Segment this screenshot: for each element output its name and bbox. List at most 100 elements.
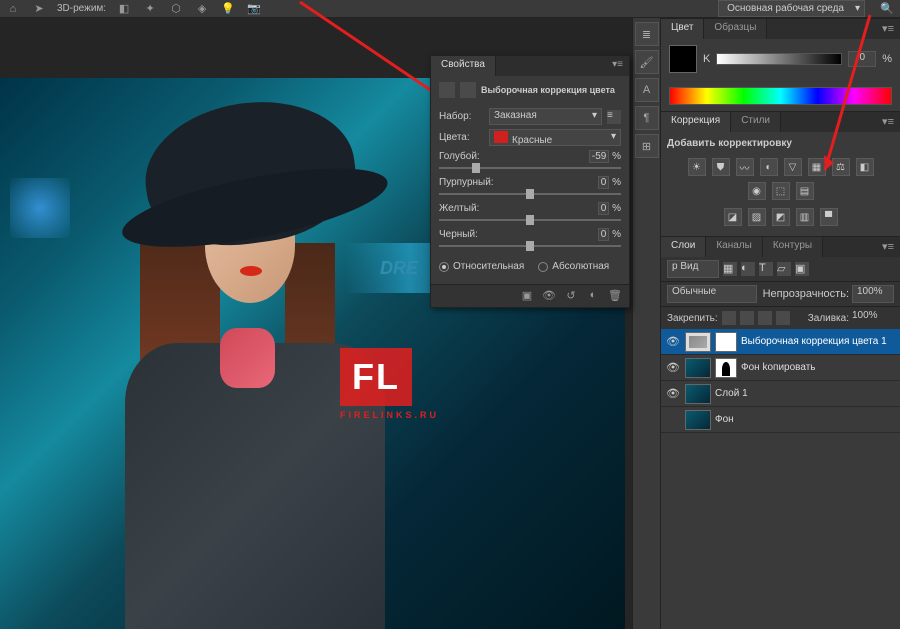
eye-icon[interactable]: 👁 [665,361,681,374]
adj-selective-icon[interactable]: ▥ [796,208,814,226]
tb-icon-4[interactable]: ◈ [194,1,210,17]
yellow-slider[interactable]: Желтый:0 % [439,203,621,221]
fill-field[interactable]: 100% [852,310,894,326]
radio-absolute[interactable]: Абсолютная [538,261,609,272]
layer-name[interactable]: Фон [715,414,734,425]
filter-shape-icon[interactable]: ▱ [777,262,791,276]
layers-menu-icon[interactable]: ▾≡ [876,237,900,257]
workspace-dropdown[interactable]: Основная рабочая среда [718,0,865,17]
preset-label: Набор: [439,111,484,122]
clip-icon[interactable]: ▣ [519,289,535,303]
properties-title: Выборочная коррекция цвета [481,85,615,95]
k-label: K [703,53,710,65]
lock-all-icon[interactable] [776,311,790,325]
add-adjustment-label: Добавить корректировку [667,138,894,154]
adj-threshold-icon[interactable]: ◩ [772,208,790,226]
tb-search-icon[interactable]: 🔍 [879,1,895,17]
adj-gradient-icon[interactable]: ▀ [820,208,838,226]
fg-bg-swatch[interactable] [669,45,697,73]
layer-row[interactable]: 👁 Выборочная коррекция цвета 1 [661,329,900,355]
adj-mixer-icon[interactable]: ⬚ [772,182,790,200]
layer-row[interactable]: 👁 Фон koпировать [661,355,900,381]
k-value[interactable]: 0 [848,51,876,67]
eye-icon[interactable]: 👁 [665,335,681,348]
cyan-slider[interactable]: Голубой:-59 % [439,151,621,169]
dock-char-icon[interactable]: A [635,78,659,102]
watermark: FL FIRELINKS.RU [340,348,440,420]
adj-hue-icon[interactable]: ▦ [808,158,826,176]
black-slider[interactable]: Черный:0 % [439,229,621,247]
adj-levels-icon[interactable]: ⛊ [712,158,730,176]
panel-menu-icon[interactable]: ▾≡ [876,19,900,39]
blend-mode-dropdown[interactable]: Обычные [667,285,757,303]
tb-icon-6[interactable]: 📷 [246,1,262,17]
tb-icon-3[interactable]: ⬡ [168,1,184,17]
lock-pixels-icon[interactable] [740,311,754,325]
view-prev-icon[interactable]: 👁 [541,289,557,303]
dock-clone-icon[interactable]: ⊞ [635,134,659,158]
layer-filter-kind[interactable]: р Вид [667,260,719,278]
props-menu-icon[interactable]: ▾≡ [606,56,629,76]
tb-icon-5[interactable]: 💡 [220,1,236,17]
dock-para-icon[interactable]: ¶ [635,106,659,130]
tb-icon-1[interactable]: ◧ [116,1,132,17]
layer-mask[interactable] [715,332,737,352]
tab-channels[interactable]: Каналы [706,237,763,257]
tab-adjustments[interactable]: Коррекция [661,112,731,132]
tab-styles[interactable]: Стили [731,112,781,132]
layer-thumb[interactable] [685,332,711,352]
k-slider[interactable] [716,53,842,65]
filter-type-icon[interactable]: T [759,262,773,276]
reset-icon[interactable]: ↺ [563,289,579,303]
adj-brightness-icon[interactable]: ☀ [688,158,706,176]
layer-name[interactable]: Фон koпировать [741,362,815,373]
adj-bw-icon[interactable]: ◧ [856,158,874,176]
eye-icon[interactable]: 👁 [665,387,681,400]
adj-poster-icon[interactable]: ▨ [748,208,766,226]
colors-label: Цвета: [439,132,484,143]
layer-row[interactable]: 👁 Слой 1 [661,381,900,407]
adj-exposure-icon[interactable]: ◐ [760,158,778,176]
right-tool-dock: ≣ 🖌 A ¶ ⊞ [632,18,660,629]
fill-label: Заливка: [808,313,849,324]
lock-trans-icon[interactable] [722,311,736,325]
lock-pos-icon[interactable] [758,311,772,325]
tool-home-icon[interactable]: ⌂ [5,1,21,17]
layer-row[interactable]: Фон [661,407,900,433]
layer-thumb[interactable] [685,358,711,378]
tb-icon-2[interactable]: ✦ [142,1,158,17]
mask-icon[interactable] [460,82,476,98]
adj-invert-icon[interactable]: ◪ [724,208,742,226]
trash-icon[interactable]: 🗑 [607,289,623,303]
opacity-field[interactable]: 100% [852,285,894,303]
tab-properties[interactable]: Свойства [431,56,496,76]
adj-vibrance-icon[interactable]: ▽ [784,158,802,176]
adj-curves-icon[interactable]: 〰 [736,158,754,176]
layer-name[interactable]: Слой 1 [715,388,748,399]
filter-pixel-icon[interactable]: ▦ [723,262,737,276]
colors-dropdown[interactable]: Красные [489,129,621,146]
dock-history-icon[interactable]: ≣ [635,22,659,46]
radio-relative[interactable]: Относительная [439,261,524,272]
adj-lookup-icon[interactable]: ▤ [796,182,814,200]
tab-color[interactable]: Цвет [661,19,704,39]
tab-layers[interactable]: Слои [661,237,706,257]
layer-mask[interactable] [715,358,737,378]
preset-menu-icon[interactable]: ≡ [607,110,621,124]
tab-swatches[interactable]: Образцы [704,19,767,39]
preset-dropdown[interactable]: Заказная [489,108,602,125]
filter-adj-icon[interactable]: ◐ [741,262,755,276]
dock-brush-icon[interactable]: 🖌 [635,50,659,74]
adj-panel-menu-icon[interactable]: ▾≡ [876,112,900,132]
tab-paths[interactable]: Контуры [763,237,823,257]
layer-name[interactable]: Выборочная коррекция цвета 1 [741,336,887,347]
color-spectrum[interactable] [669,87,892,105]
magenta-slider[interactable]: Пурпурный:0 % [439,177,621,195]
tool-ptr-icon[interactable]: ➤ [31,1,47,17]
layer-thumb[interactable] [685,384,711,404]
layer-thumb[interactable] [685,410,711,430]
adj-colorbal-icon[interactable]: ⚖ [832,158,850,176]
adj-photo-icon[interactable]: ◉ [748,182,766,200]
filter-smart-icon[interactable]: ▣ [795,262,809,276]
toggle-icon[interactable]: ◐ [585,289,601,303]
